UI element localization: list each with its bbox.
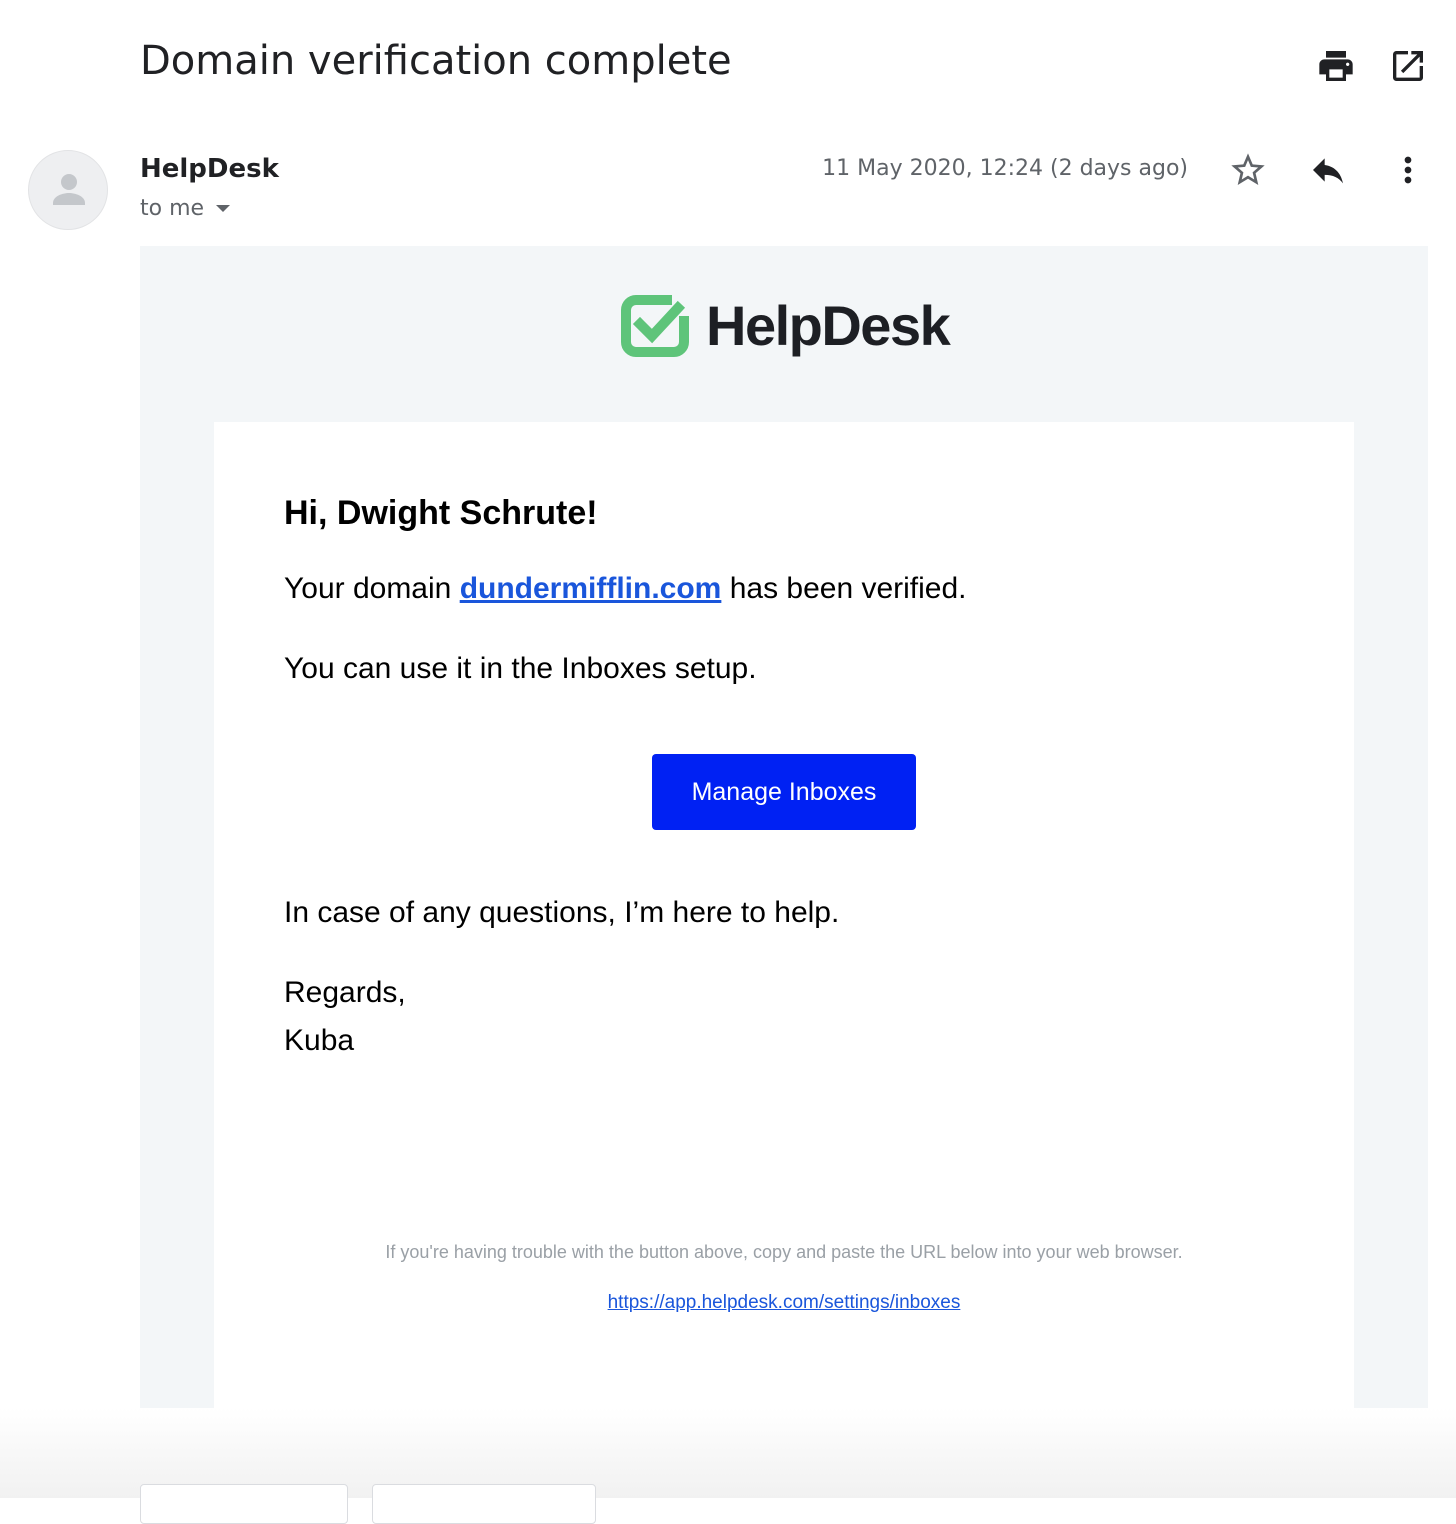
reply-icon[interactable]: [1308, 150, 1348, 190]
sender-name[interactable]: HelpDesk: [140, 154, 279, 184]
logo-text: HelpDesk: [706, 294, 951, 357]
verification-prefix: Your domain: [284, 572, 460, 605]
fallback-url-link[interactable]: https://app.helpdesk.com/settings/inboxe…: [608, 1292, 961, 1313]
open-in-new-window-icon[interactable]: [1388, 46, 1428, 86]
email-content-card: Hi, Dwight Schrute! Your domain dundermi…: [214, 422, 1354, 1408]
verification-line: Your domain dundermifflin.com has been v…: [284, 572, 967, 606]
manage-inboxes-button[interactable]: Manage Inboxes: [652, 754, 916, 830]
email-subject: Domain verification complete: [140, 38, 732, 84]
signoff: Regards,: [284, 976, 406, 1009]
fallback-note: If you're having trouble with the button…: [385, 1242, 1183, 1262]
verification-suffix: has been verified.: [721, 572, 967, 605]
helpdesk-logo: HelpDesk: [620, 294, 951, 358]
recipients-dropdown[interactable]: to me: [140, 196, 231, 221]
avatar[interactable]: [28, 150, 108, 230]
recipients-label: to me: [140, 196, 205, 221]
person-icon: [53, 174, 85, 205]
email-date: 11 May 2020, 12:24 (2 days ago): [822, 156, 1188, 181]
more-vertical-icon[interactable]: [1388, 150, 1428, 190]
help-line: In case of any questions, I’m here to he…: [284, 896, 840, 929]
chevron-down-icon: [216, 205, 231, 212]
domain-link[interactable]: dundermifflin.com: [460, 572, 722, 605]
forward-button[interactable]: [372, 1484, 596, 1524]
greeting: Hi, Dwight Schrute!: [284, 494, 598, 532]
inboxes-setup-line: You can use it in the Inboxes setup.: [284, 652, 757, 685]
print-icon[interactable]: [1316, 46, 1356, 86]
star-icon[interactable]: [1228, 150, 1268, 190]
reply-button[interactable]: [140, 1484, 348, 1524]
checkbox-logo-icon: [621, 294, 692, 357]
fallback-url-container: https://app.helpdesk.com/settings/inboxe…: [214, 1292, 1354, 1314]
signature: Kuba: [284, 1024, 355, 1057]
